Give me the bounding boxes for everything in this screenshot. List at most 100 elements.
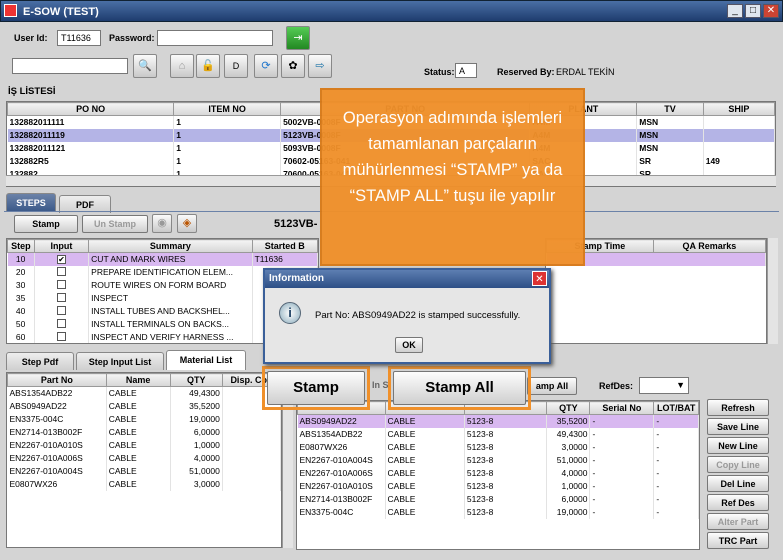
input-checkbox[interactable] [56, 279, 66, 289]
stamp-all-small-button[interactable]: amp All [527, 377, 577, 395]
reserved-by-label: Reserved By: [497, 67, 555, 77]
column-header[interactable]: QA Remarks [652, 239, 766, 253]
table-row[interactable]: ABS1354ADB22 CABLE 5123-8 49,4300- - [297, 427, 699, 441]
table-cell: EN2714-013B002F [297, 492, 386, 506]
input-checkbox[interactable] [56, 266, 66, 276]
column-header[interactable]: Name [105, 373, 171, 387]
lock-button[interactable]: 🔓 [196, 54, 220, 78]
chevron-down-icon: ▼ [676, 380, 685, 390]
unstamp-button[interactable]: Un Stamp [82, 215, 148, 233]
password-input[interactable] [157, 30, 273, 46]
table-cell: MSN [636, 141, 704, 155]
exit-button[interactable]: ⇨ [308, 54, 332, 78]
grid-button[interactable]: ◈ [177, 214, 197, 233]
input-checkbox[interactable] [56, 292, 66, 302]
table-cell [222, 451, 281, 465]
table-row[interactable]: E0807WX26 CABLE 3,0000 [7, 477, 281, 491]
camera-button[interactable]: ◉ [152, 214, 172, 233]
exit-icon: ⇨ [315, 60, 325, 72]
input-checkbox[interactable] [56, 305, 66, 315]
side-button-refresh[interactable]: Refresh [707, 399, 769, 416]
side-button-trc-part[interactable]: TRC Part [707, 532, 769, 549]
input-cell[interactable] [34, 278, 90, 292]
refresh-toolbar-button[interactable]: ⟳ [254, 54, 278, 78]
minimize-button[interactable]: _ [727, 4, 743, 18]
tab-material-list[interactable]: Material List [166, 350, 246, 370]
input-cell[interactable] [34, 330, 90, 343]
close-window-button[interactable]: ✕ [763, 4, 779, 18]
column-header[interactable]: TV [636, 102, 704, 116]
dialog-close-button[interactable]: ✕ [532, 271, 547, 286]
palette-button[interactable]: ✿ [281, 54, 305, 78]
table-row[interactable]: EN2714-013B002F CABLE 5123-8 6,0000- - [297, 492, 699, 506]
table-row[interactable]: 10 ✔ CUT AND MARK WIRES T11636 [7, 252, 318, 266]
table-row[interactable]: ABS1354ADB22 CABLE 49,4300 [7, 386, 281, 400]
table-cell: CABLE [385, 479, 465, 493]
step-summary: INSPECT [88, 291, 253, 305]
column-header[interactable]: LOT/BAT [653, 401, 699, 415]
side-button-alter-part[interactable]: Alter Part [707, 513, 769, 530]
table-cell: CABLE [385, 466, 465, 480]
d-button[interactable]: D [224, 54, 248, 78]
column-header[interactable]: Input [33, 239, 90, 253]
table-cell: 132882R5 [7, 154, 175, 168]
tab-step-pdf[interactable]: Step Pdf [6, 352, 74, 370]
column-header[interactable]: Step [7, 239, 35, 253]
home-button[interactable]: ⌂ [170, 54, 194, 78]
column-header[interactable]: QTY [169, 373, 223, 387]
search-input[interactable] [12, 58, 128, 74]
maximize-button[interactable]: □ [745, 4, 761, 18]
column-header[interactable]: Part No [7, 373, 107, 387]
input-cell[interactable] [34, 317, 90, 331]
input-checkbox[interactable] [56, 318, 66, 328]
table-row[interactable]: EN2267-010A004S CABLE 51,0000 [7, 464, 281, 478]
table-row[interactable]: EN2267-010A004S CABLE 5123-8 51,0000- - [297, 453, 699, 467]
side-button-new-line[interactable]: New Line [707, 437, 769, 454]
table-row[interactable]: EN2267-010A010S CABLE 5123-8 1,0000- - [297, 479, 699, 493]
table-row[interactable]: EN2267-010A006S CABLE 4,0000 [7, 451, 281, 465]
user-id-input[interactable]: T11636 [57, 30, 101, 46]
input-cell[interactable] [34, 304, 90, 318]
table-cell: 4,0000 [546, 466, 591, 480]
column-header[interactable]: PO NO [7, 102, 175, 116]
status-label: Status: [424, 67, 455, 77]
side-button-save-line[interactable]: Save Line [707, 418, 769, 435]
table-row[interactable]: EN2714-013B002F CABLE 6,0000 [7, 425, 281, 439]
table-row[interactable]: ABS0949AD22 CABLE 35,5200 [7, 399, 281, 413]
input-cell[interactable] [34, 265, 90, 279]
table-cell: CABLE [106, 412, 171, 426]
table-row[interactable]: EN3375-004C CABLE 5123-8 19,0000- - [297, 505, 699, 519]
input-cell[interactable] [34, 291, 90, 305]
column-header[interactable]: QTY [546, 401, 591, 415]
table-row[interactable]: ABS0949AD22 CABLE 5123-8 35,5200- - [297, 414, 699, 428]
column-header[interactable]: Summary [88, 239, 253, 253]
column-header[interactable]: Started B [251, 239, 318, 253]
refdes-select[interactable]: ▼ [639, 377, 689, 394]
table-cell: E0807WX26 [7, 477, 107, 491]
side-button-ref-des[interactable]: Ref Des [707, 494, 769, 511]
login-button[interactable]: ⇥ [286, 26, 310, 50]
steps-vscroll[interactable] [767, 238, 778, 344]
dialog-ok-button[interactable]: OK [395, 337, 423, 353]
column-header[interactable]: Serial No [589, 401, 655, 415]
stamp-top-button[interactable]: Stamp [14, 215, 78, 233]
table-row[interactable]: EN2267-010A006S CABLE 5123-8 4,0000- - [297, 466, 699, 480]
table-cell: CABLE [106, 386, 171, 400]
input-checkbox[interactable]: ✔ [56, 255, 66, 265]
table-row[interactable]: EN3375-004C CABLE 19,0000 [7, 412, 281, 426]
column-header[interactable]: ITEM NO [173, 102, 282, 116]
input-cell[interactable]: ✔ [34, 252, 90, 266]
side-button-copy-line[interactable]: Copy Line [707, 456, 769, 473]
column-header[interactable]: SHIP [702, 102, 775, 116]
tab-step-input-list[interactable]: Step Input List [76, 352, 164, 370]
stamp-button[interactable]: Stamp [267, 371, 365, 405]
side-button-del-line[interactable]: Del Line [707, 475, 769, 492]
table-cell: 1 [173, 154, 282, 168]
table-row[interactable]: E0807WX26 CABLE 5123-8 3,0000- - [297, 440, 699, 454]
table-row[interactable]: EN2267-010A010S CABLE 1,0000 [7, 438, 281, 452]
search-button[interactable]: 🔍 [133, 54, 157, 78]
tab-steps[interactable]: STEPS [6, 193, 56, 211]
grid-icon: ◈ [182, 217, 192, 229]
stamp-all-button[interactable]: Stamp All [393, 371, 526, 405]
input-checkbox[interactable] [56, 331, 66, 341]
